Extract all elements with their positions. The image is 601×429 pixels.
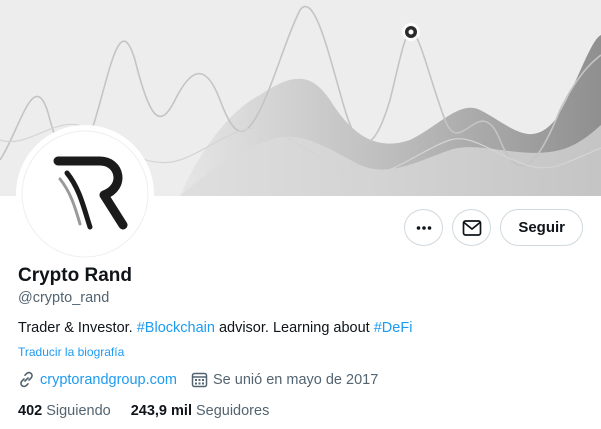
website-item: cryptorandgroup.com bbox=[18, 371, 177, 388]
profile-name: Crypto Rand bbox=[18, 265, 132, 286]
joined-date: Se unió en mayo de 2017 bbox=[213, 371, 379, 388]
calendar-icon bbox=[191, 372, 208, 388]
hashtag-blockchain-link[interactable]: #Blockchain bbox=[137, 320, 215, 336]
profile-stats: 402 Siguiendo 243,9 mil Seguidores bbox=[18, 403, 269, 419]
bio-text-2: advisor. Learning about bbox=[214, 320, 374, 336]
following-count: 402 bbox=[18, 403, 43, 419]
website-link[interactable]: cryptorandgroup.com bbox=[40, 372, 177, 388]
follow-button[interactable]: Seguir bbox=[500, 209, 583, 246]
hashtag-defi-link[interactable]: #DeFi bbox=[374, 320, 413, 336]
avatar[interactable] bbox=[16, 125, 154, 263]
profile-meta: cryptorandgroup.com Se unió en mayo de 2… bbox=[18, 371, 392, 388]
joined-item: Se unió en mayo de 2017 bbox=[191, 371, 378, 388]
profile-bio: Trader & Investor. #Blockchain advisor. … bbox=[18, 320, 412, 336]
profile-handle: @crypto_rand bbox=[18, 290, 110, 306]
translate-bio-link[interactable]: Traducir la biografía bbox=[18, 345, 124, 359]
following-stat[interactable]: 402 Siguiendo bbox=[18, 403, 111, 419]
avatar-logo bbox=[20, 129, 150, 259]
more-button[interactable] bbox=[404, 209, 444, 246]
followers-count: 243,9 mil bbox=[130, 403, 192, 419]
bio-text-1: Trader & Investor. bbox=[18, 320, 137, 336]
crypto-rand-logo-icon bbox=[21, 130, 149, 258]
followers-stat[interactable]: 243,9 mil Seguidores bbox=[131, 403, 270, 419]
link-icon bbox=[20, 371, 33, 388]
following-label: Siguiendo bbox=[46, 403, 111, 419]
envelope-icon bbox=[462, 219, 482, 236]
more-icon bbox=[416, 225, 432, 230]
message-button[interactable] bbox=[452, 209, 492, 246]
followers-label: Seguidores bbox=[195, 403, 270, 419]
profile-actions: Seguir bbox=[404, 209, 583, 246]
